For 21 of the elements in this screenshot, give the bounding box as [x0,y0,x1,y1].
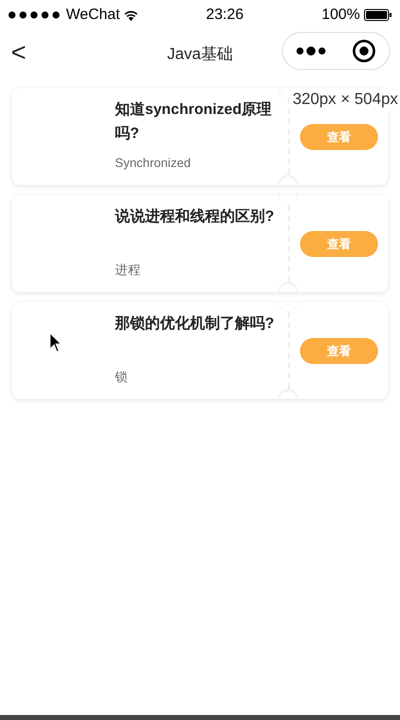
question-tag: Synchronized [115,154,278,173]
clock-time: 23:26 [206,4,244,25]
battery-percent: 100% [322,4,360,25]
question-title: 说说进程和线程的区别? [115,207,276,227]
question-tag: 进程 [115,261,278,280]
size-tooltip: 320px × 504px [290,88,400,112]
view-button[interactable]: 查看 [300,338,378,364]
view-button[interactable]: 查看 [300,124,378,150]
back-button[interactable]: < [10,38,28,66]
signal-icon [8,11,62,19]
wifi-icon [124,10,138,20]
question-tag: 锁 [115,368,278,387]
cursor-icon [49,332,63,354]
view-button[interactable]: 查看 [300,230,378,256]
close-icon[interactable] [352,39,376,63]
question-title: 那锁的优化机制了解吗? [115,314,276,334]
more-icon[interactable] [296,46,326,56]
question-title: 知道synchronized原理吗? [115,100,273,144]
carrier-name: WeChat [66,4,120,25]
page-title: Java基础 [167,44,233,65]
battery-icon [364,9,392,21]
